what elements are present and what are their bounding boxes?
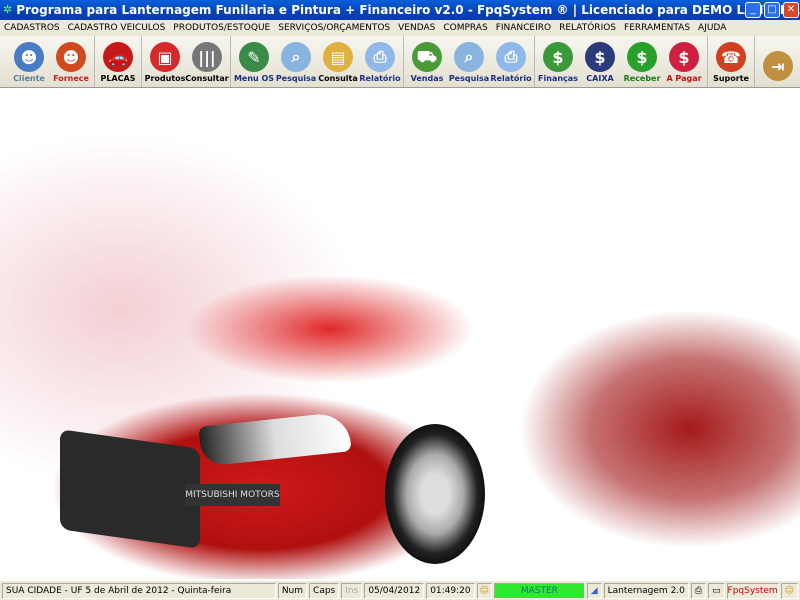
menu-cadastros[interactable]: CADASTROS bbox=[4, 23, 60, 33]
dollar-icon: $ bbox=[627, 42, 657, 72]
toolbar-button-caixa[interactable]: $ CAIXA bbox=[579, 36, 621, 88]
status-ins: Ins bbox=[341, 582, 363, 599]
toolbar-button-label: Receber bbox=[623, 74, 661, 83]
toolbar-button-label: Consulta bbox=[318, 74, 358, 83]
printer-icon[interactable]: ⎙ bbox=[690, 582, 707, 599]
dollar-chart-icon: $ bbox=[543, 42, 573, 72]
toolbar-button-sair[interactable]: ⇥ bbox=[757, 36, 799, 88]
toolbar-button-a-pagar[interactable]: $ A Pagar bbox=[663, 36, 705, 88]
toolbar: ☻ Cliente ☻ Fornece 🚗 PLACAS ▣ Produtos ||| Consu… bbox=[0, 36, 800, 88]
dollar-icon: $ bbox=[669, 42, 699, 72]
status-caps: Caps bbox=[309, 582, 340, 599]
status-app: Lanternagem 2.0 bbox=[603, 582, 689, 599]
app-icon: ✲ bbox=[3, 3, 13, 16]
menu-produtos-estoque[interactable]: PRODUTOS/ESTOQUE bbox=[173, 23, 270, 33]
toolbar-button-vendas[interactable]: ⛟ Vendas bbox=[406, 36, 448, 88]
toolbar-button-label: Menu OS bbox=[233, 74, 275, 83]
menu-vendas[interactable]: VENDAS bbox=[398, 23, 435, 33]
toolbar-button-consultar[interactable]: ||| Consultar bbox=[185, 36, 229, 88]
toolbar-button-pesquisa[interactable]: ⌕ Pesquisa bbox=[448, 36, 490, 88]
menu-ferramentas[interactable]: FERRAMENTAS bbox=[624, 23, 690, 33]
toolbar-button-consulta[interactable]: ▤ Consulta bbox=[317, 36, 359, 88]
toolbar-button-label: CAIXA bbox=[586, 74, 614, 83]
status-brand: FpqSystem bbox=[726, 582, 779, 599]
toolbar-button-label: Relatório bbox=[490, 74, 532, 83]
users-icon: ☺ bbox=[476, 582, 492, 599]
toolbar-group: ⇥ bbox=[755, 36, 800, 87]
folder-icon: ▤ bbox=[323, 42, 353, 72]
car-headlight bbox=[198, 411, 352, 467]
search-icon: ⌕ bbox=[454, 42, 484, 72]
toolbar-button-placas[interactable]: 🚗 PLACAS bbox=[97, 36, 139, 88]
toolbar-group: ⛟ Vendas ⌕ Pesquisa ⎙ Relatório bbox=[404, 36, 535, 87]
menu-financeiro[interactable]: FINANCEIRO bbox=[496, 23, 551, 33]
toolbar-button-menu-os[interactable]: ✎ Menu OS bbox=[233, 36, 275, 88]
car-grille bbox=[60, 429, 200, 549]
car-icon: 🚗 bbox=[103, 42, 133, 72]
status-time: 01:49:20 bbox=[426, 582, 475, 599]
person-icon: ☻ bbox=[14, 42, 44, 72]
toolbar-button-label: Pesquisa bbox=[448, 74, 490, 83]
person-icon: ☻ bbox=[56, 42, 86, 72]
toolbar-button-label: Relatório bbox=[359, 74, 401, 83]
toolbar-button-relat-rio[interactable]: ⎙ Relatório bbox=[359, 36, 401, 88]
toolbar-button-label: Finanças bbox=[538, 74, 578, 83]
toolbar-button-label: PLACAS bbox=[100, 74, 136, 83]
status-date: 05/04/2012 bbox=[364, 582, 425, 599]
printer-icon: ⎙ bbox=[365, 42, 395, 72]
close-button[interactable]: ✕ bbox=[783, 2, 799, 18]
toolbar-group: ▣ Produtos ||| Consultar bbox=[142, 36, 231, 87]
computer-icon[interactable]: ▭ bbox=[708, 582, 725, 599]
status-bar: SUA CIDADE - UF 5 de Abril de 2012 - Qui… bbox=[0, 580, 800, 600]
toolbar-button-cliente[interactable]: ☻ Cliente bbox=[8, 36, 50, 88]
toolbox-icon: ▣ bbox=[150, 42, 180, 72]
users-icon: ☺ bbox=[780, 582, 798, 599]
menu-bar: CADASTROS CADASTRO VEICULOS PRODUTOS/ESTOQ… bbox=[0, 20, 800, 36]
toolbar-button-label: Produtos bbox=[144, 74, 186, 83]
toolbar-group: $ Finanças $ CAIXA $ Receber $ A Pagar bbox=[535, 36, 708, 87]
toolbar-button-label: Vendas bbox=[410, 74, 444, 83]
toolbar-button-label: Cliente bbox=[13, 74, 45, 83]
title-bar: ✲ Programa para Lanternagem Funilaria e … bbox=[0, 0, 800, 20]
barcode-icon: ||| bbox=[192, 42, 222, 72]
menu-servi-os-or-amentos[interactable]: SERVIÇOS/ORÇAMENTOS bbox=[278, 23, 390, 33]
toolbar-button-finan-as[interactable]: $ Finanças bbox=[537, 36, 579, 88]
status-num: Num bbox=[277, 582, 308, 599]
window-title: Programa para Lanternagem Funilaria e Pi… bbox=[16, 3, 800, 17]
menu-relat-rios[interactable]: RELATÓRIOS bbox=[559, 23, 616, 33]
car-wheel bbox=[385, 424, 485, 564]
exit-icon: ⇥ bbox=[763, 51, 793, 81]
car-plate: MITSUBISHI MOTORS bbox=[185, 484, 280, 506]
search-icon: ⌕ bbox=[281, 42, 311, 72]
toolbar-group: ✎ Menu OS ⌕ Pesquisa ▤ Consulta ⎙ Relatório bbox=[231, 36, 404, 87]
background-image: MITSUBISHI MOTORS bbox=[0, 89, 800, 579]
clipboard-icon: ✎ bbox=[239, 42, 269, 72]
printer-icon: ⎙ bbox=[496, 42, 526, 72]
book-icon: $ bbox=[585, 42, 615, 72]
toolbar-button-suporte[interactable]: ☎ Suporte bbox=[710, 36, 752, 88]
toolbar-button-label: Fornece bbox=[53, 74, 89, 83]
toolbar-button-label: Consultar bbox=[185, 74, 229, 83]
toolbar-button-fornece[interactable]: ☻ Fornece bbox=[50, 36, 92, 88]
menu-compras[interactable]: COMPRAS bbox=[443, 23, 487, 33]
support-icon: ☎ bbox=[716, 42, 746, 72]
toolbar-button-produtos[interactable]: ▣ Produtos bbox=[144, 36, 186, 88]
status-location: SUA CIDADE - UF 5 de Abril de 2012 - Qui… bbox=[2, 582, 276, 599]
toolbar-group: ☎ Suporte bbox=[708, 36, 755, 87]
toolbar-button-pesquisa[interactable]: ⌕ Pesquisa bbox=[275, 36, 317, 88]
menu-ajuda[interactable]: AJUDA bbox=[698, 23, 726, 33]
menu-cadastro-veiculos[interactable]: CADASTRO VEICULOS bbox=[68, 23, 166, 33]
maximize-button[interactable]: □ bbox=[764, 2, 780, 18]
status-user: MASTER bbox=[494, 582, 585, 599]
app-status-icon: ◢ bbox=[586, 582, 602, 599]
toolbar-button-relat-rio[interactable]: ⎙ Relatório bbox=[490, 36, 532, 88]
minimize-button[interactable]: _ bbox=[745, 2, 761, 18]
toolbar-button-receber[interactable]: $ Receber bbox=[621, 36, 663, 88]
cart-icon: ⛟ bbox=[412, 42, 442, 72]
toolbar-button-label: Suporte bbox=[713, 74, 749, 83]
toolbar-group: 🚗 PLACAS bbox=[95, 36, 142, 87]
toolbar-button-label: Pesquisa bbox=[275, 74, 317, 83]
toolbar-group: ☻ Cliente ☻ Fornece bbox=[6, 36, 95, 87]
toolbar-button-label: A Pagar bbox=[666, 74, 702, 83]
